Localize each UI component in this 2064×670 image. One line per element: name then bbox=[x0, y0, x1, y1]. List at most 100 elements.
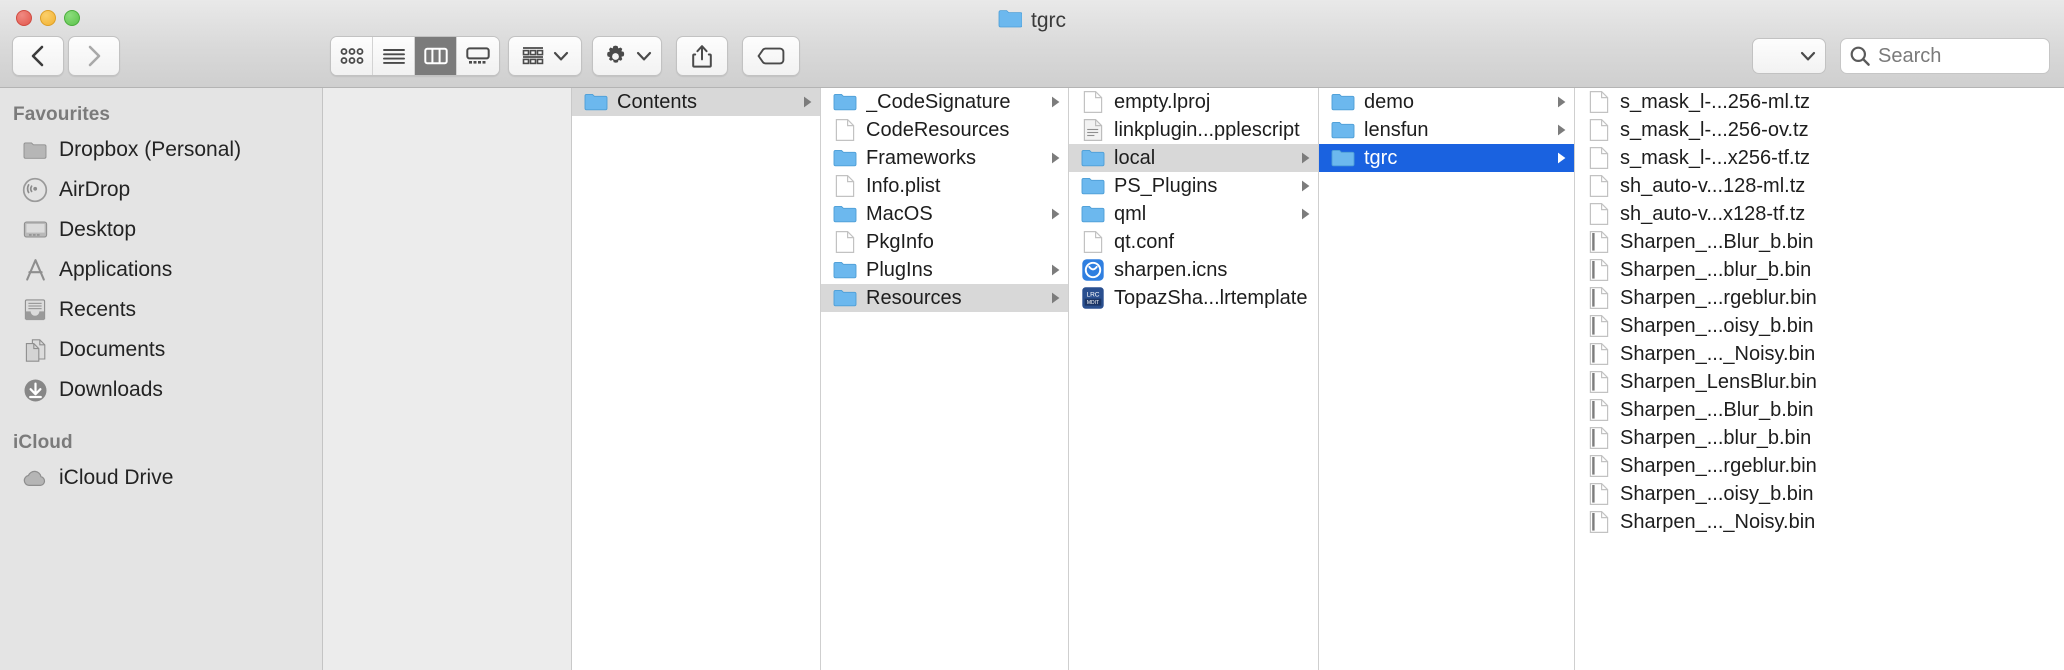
file-row[interactable]: Resources bbox=[821, 284, 1068, 312]
tag-icon bbox=[757, 47, 785, 65]
sidebar-item-desktop[interactable]: Desktop bbox=[0, 210, 322, 250]
file-row[interactable]: Contents bbox=[572, 88, 820, 116]
downloads-icon bbox=[22, 377, 48, 403]
file-row-label: local bbox=[1114, 146, 1156, 169]
file-row[interactable]: empty.lproj bbox=[1069, 88, 1318, 116]
file-row[interactable]: Sharpen_...rgeblur.bin bbox=[1575, 452, 2064, 480]
file-row[interactable]: PlugIns bbox=[821, 256, 1068, 284]
file-row[interactable]: qml bbox=[1069, 200, 1318, 228]
action-gear-button[interactable] bbox=[592, 36, 662, 76]
sort-popup-button[interactable] bbox=[1752, 38, 1826, 74]
file-row[interactable]: local bbox=[1069, 144, 1318, 172]
file-row[interactable]: s_mask_l-...256-ov.tz bbox=[1575, 116, 2064, 144]
sidebar-item-icloud-drive[interactable]: iCloud Drive bbox=[0, 458, 322, 498]
icon-view-button[interactable] bbox=[331, 37, 373, 75]
share-button[interactable] bbox=[676, 36, 728, 76]
file-row[interactable]: PS_Plugins bbox=[1069, 172, 1318, 200]
file-row[interactable]: Frameworks bbox=[821, 144, 1068, 172]
file-row[interactable]: Info.plist bbox=[821, 172, 1068, 200]
file-row[interactable]: lensfun bbox=[1319, 116, 1574, 144]
chevron-down-icon bbox=[636, 51, 651, 60]
disclosure-arrow-icon bbox=[1048, 151, 1062, 165]
file-row[interactable]: Sharpen_...rgeblur.bin bbox=[1575, 284, 2064, 312]
tag-button[interactable] bbox=[742, 36, 800, 76]
file-row[interactable]: s_mask_l-...x256-tf.tz bbox=[1575, 144, 2064, 172]
applescript-icon bbox=[1081, 118, 1105, 142]
file-row[interactable]: sh_auto-v...128-ml.tz bbox=[1575, 172, 2064, 200]
gear-icon bbox=[606, 45, 624, 63]
folder-icon bbox=[1331, 90, 1355, 114]
file-row[interactable]: Sharpen_..._Noisy.bin bbox=[1575, 340, 2064, 368]
gallery-view-button[interactable] bbox=[457, 37, 499, 75]
file-row[interactable]: Sharpen_...oisy_b.bin bbox=[1575, 480, 2064, 508]
file-row-label: Sharpen_...oisy_b.bin bbox=[1620, 482, 1814, 505]
file-row-label: Sharpen_...Blur_b.bin bbox=[1620, 230, 1814, 253]
file-row-label: qml bbox=[1114, 202, 1147, 225]
column-bundle-contents[interactable]: _CodeSignature CodeResources Frameworks Inf… bbox=[821, 88, 1069, 670]
file-row[interactable]: sharpen.icns bbox=[1069, 256, 1318, 284]
file-row-label: Sharpen_...blur_b.bin bbox=[1620, 258, 1812, 281]
file-row-label: PlugIns bbox=[866, 258, 933, 281]
file-row[interactable]: demo bbox=[1319, 88, 1574, 116]
file-row[interactable]: linkplugin...pplescript bbox=[1069, 116, 1318, 144]
search-input[interactable]: Search bbox=[1878, 45, 1941, 68]
file-row[interactable]: LRC MDIT TopazSha...lrtemplate bbox=[1069, 284, 1318, 312]
folder-icon bbox=[833, 258, 857, 282]
file-row[interactable]: MacOS bbox=[821, 200, 1068, 228]
sidebar-item-airdrop[interactable]: AirDrop bbox=[0, 170, 322, 210]
file-row-label: s_mask_l-...256-ml.tz bbox=[1620, 90, 1811, 113]
file-row[interactable]: Sharpen_LensBlur.bin bbox=[1575, 368, 2064, 396]
file-row[interactable]: Sharpen_...Blur_b.bin bbox=[1575, 396, 2064, 424]
back-button[interactable] bbox=[12, 36, 64, 76]
file-row[interactable]: qt.conf bbox=[1069, 228, 1318, 256]
file-row[interactable]: Sharpen_..._Noisy.bin bbox=[1575, 508, 2064, 536]
sidebar-item-documents[interactable]: Documents bbox=[0, 330, 322, 370]
icns-icon bbox=[1081, 258, 1105, 282]
file-row[interactable]: Sharpen_...Blur_b.bin bbox=[1575, 228, 2064, 256]
column-view-button[interactable] bbox=[415, 37, 457, 75]
group-items-button[interactable] bbox=[508, 36, 582, 76]
column-local[interactable]: demo lensfun tgrc bbox=[1319, 88, 1575, 670]
file-row[interactable]: Sharpen_...blur_b.bin bbox=[1575, 256, 2064, 284]
sidebar-item-applications[interactable]: Applications bbox=[0, 250, 322, 290]
folder-icon bbox=[833, 202, 857, 226]
disclosure-arrow-icon bbox=[1554, 95, 1568, 109]
list-view-button[interactable] bbox=[373, 37, 415, 75]
file-row[interactable]: tgrc bbox=[1319, 144, 1574, 172]
column-contents[interactable]: Contents bbox=[572, 88, 821, 670]
svg-text:LRC: LRC bbox=[1086, 291, 1099, 298]
folder-icon bbox=[1081, 202, 1105, 226]
file-row[interactable]: _CodeSignature bbox=[821, 88, 1068, 116]
file-row[interactable]: PkgInfo bbox=[821, 228, 1068, 256]
file-icon bbox=[1587, 146, 1611, 170]
file-row[interactable]: s_mask_l-...256-ml.tz bbox=[1575, 88, 2064, 116]
search-field[interactable]: Search bbox=[1840, 38, 2050, 74]
bin-icon bbox=[1587, 230, 1611, 254]
file-row[interactable]: sh_auto-v...x128-tf.tz bbox=[1575, 200, 2064, 228]
airdrop-icon bbox=[22, 177, 48, 203]
bin-icon bbox=[1587, 454, 1611, 478]
file-row[interactable]: Sharpen_...blur_b.bin bbox=[1575, 424, 2064, 452]
file-icon bbox=[833, 118, 857, 142]
window-title-text: tgrc bbox=[1030, 9, 1066, 32]
sidebar-section-header-favourites: Favourites bbox=[13, 104, 111, 125]
file-row[interactable]: Sharpen_...oisy_b.bin bbox=[1575, 312, 2064, 340]
file-row-label: _CodeSignature bbox=[866, 90, 1011, 113]
sidebar-item-dropbox[interactable]: Dropbox (Personal) bbox=[0, 130, 322, 170]
forward-button[interactable] bbox=[68, 36, 120, 76]
file-row[interactable]: CodeResources bbox=[821, 116, 1068, 144]
disclosure-arrow-icon bbox=[1048, 95, 1062, 109]
desktop-icon bbox=[22, 217, 48, 243]
column-tgrc[interactable]: s_mask_l-...256-ml.tz s_mask_l-...256-ov.… bbox=[1575, 88, 2064, 670]
view-mode-segmented-control[interactable] bbox=[330, 36, 500, 76]
file-row-label: Sharpen_...oisy_b.bin bbox=[1620, 314, 1814, 337]
sidebar-item-recents[interactable]: Recents bbox=[0, 290, 322, 330]
sidebar-item-downloads[interactable]: Downloads bbox=[0, 370, 322, 410]
file-row-label: Sharpen_...blur_b.bin bbox=[1620, 426, 1812, 449]
column-0[interactable] bbox=[323, 88, 572, 670]
file-row-label: Sharpen_..._Noisy.bin bbox=[1620, 342, 1816, 365]
column-resources[interactable]: empty.lproj linkplugin...pplescript local P… bbox=[1069, 88, 1319, 670]
file-row-label: sharpen.icns bbox=[1114, 258, 1228, 281]
sidebar: Favourites Dropbox (Personal) AirDrop De… bbox=[0, 88, 323, 670]
